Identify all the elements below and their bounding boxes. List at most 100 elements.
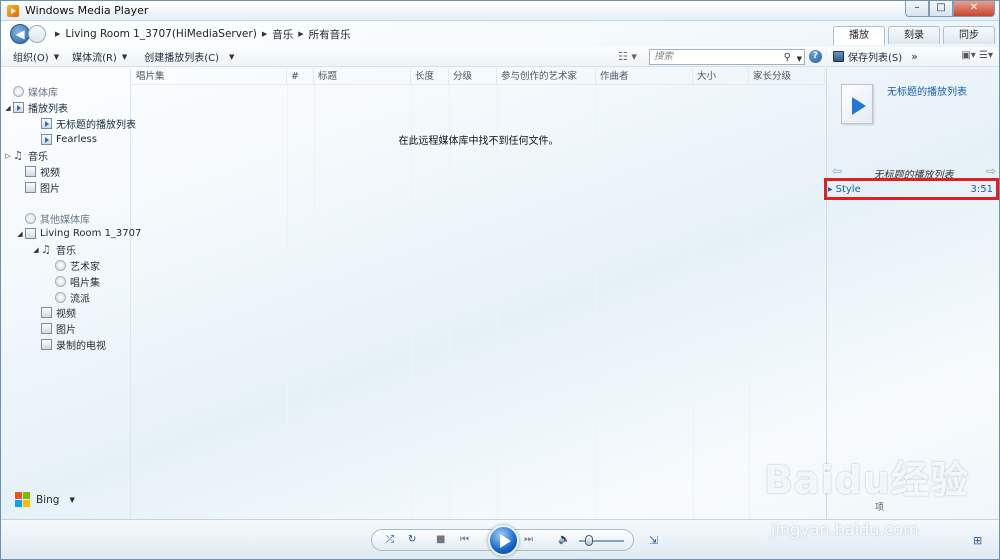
maximize-button[interactable]: □ bbox=[929, 1, 953, 17]
play-button[interactable] bbox=[488, 525, 519, 556]
album-icon bbox=[55, 276, 66, 287]
dropdown-arrow-icon[interactable]: ▼ bbox=[229, 53, 234, 61]
window-title: Windows Media Player bbox=[25, 4, 149, 17]
stop-icon[interactable]: ■ bbox=[436, 534, 445, 545]
volume-slider-handle[interactable] bbox=[585, 535, 593, 546]
mode-tabs: 播放 刻录 同步 bbox=[830, 26, 995, 45]
column-title[interactable]: 标题 bbox=[314, 68, 411, 85]
dropdown-arrow-icon[interactable]: ▼ bbox=[54, 53, 59, 61]
back-button[interactable]: ◀ bbox=[10, 24, 30, 44]
address-bar: ◀ ▶ Living Room 1_3707(HiMediaServer) ▶ … bbox=[1, 23, 825, 45]
column-size[interactable]: 大小 bbox=[693, 68, 749, 85]
dropdown-arrow-icon[interactable]: ▼ bbox=[69, 496, 74, 504]
column-track-number[interactable]: # bbox=[287, 68, 314, 85]
close-button[interactable]: ✕ bbox=[953, 1, 995, 17]
expand-arrow-icon[interactable]: ◢ bbox=[15, 230, 25, 238]
arrow-right-icon[interactable]: ⇨ bbox=[986, 164, 996, 178]
sidebar-item-playlist-untitled[interactable]: 无标题的播放列表 bbox=[41, 116, 136, 131]
column-contributing-artist[interactable]: 参与创作的艺术家 bbox=[497, 68, 596, 85]
breadcrumb-server[interactable]: Living Room 1_3707(HiMediaServer) bbox=[65, 28, 256, 40]
create-playlist-menu[interactable]: 创建播放列表(C) bbox=[144, 49, 219, 64]
forward-button[interactable] bbox=[28, 25, 46, 43]
previous-icon[interactable]: ⏮ bbox=[460, 534, 469, 545]
dropdown-arrow-icon[interactable]: ▼ bbox=[122, 53, 127, 61]
navigation-pane: 媒体库 ◢ 播放列表 无标题的播放列表 Fearless ▷ ♫ 音乐 视频 图片 其… bbox=[1, 68, 141, 518]
sidebar-item-artists[interactable]: 艺术家 bbox=[55, 258, 100, 273]
sidebar-item-music[interactable]: ▷ ♫ 音乐 bbox=[5, 148, 48, 163]
track-duration: 3:51 bbox=[970, 184, 993, 195]
bing-search-button[interactable]: Bing ▼ bbox=[15, 492, 75, 508]
search-icon[interactable]: ⚲ bbox=[784, 51, 791, 65]
sidebar-item-albums[interactable]: 唱片集 bbox=[55, 274, 100, 289]
more-button[interactable]: » bbox=[911, 50, 918, 63]
window-controls: – □ ✕ bbox=[905, 1, 995, 17]
stream-menu[interactable]: 媒体流(R) bbox=[72, 49, 117, 64]
sidebar-item-remote-video[interactable]: 视频 bbox=[41, 305, 76, 320]
tab-play[interactable]: 播放 bbox=[833, 26, 885, 45]
chevron-right-icon: ▶ bbox=[298, 30, 304, 38]
dropdown-arrow-icon[interactable]: ▼ bbox=[797, 52, 802, 66]
column-parental-rating[interactable]: 家长分级 bbox=[749, 68, 825, 85]
minimize-button[interactable]: – bbox=[905, 1, 929, 17]
list-item[interactable]: ▶ Style 3:51 bbox=[824, 178, 999, 200]
media-server-icon bbox=[25, 228, 36, 239]
column-divider bbox=[287, 85, 288, 518]
save-list-button[interactable]: 保存列表(S) bbox=[848, 49, 902, 64]
column-divider bbox=[497, 85, 498, 518]
video-icon bbox=[25, 166, 36, 177]
column-divider bbox=[449, 85, 450, 518]
sidebar-item-remote-music[interactable]: ◢ ♫ 音乐 bbox=[33, 242, 76, 257]
column-divider bbox=[411, 85, 412, 518]
search-input[interactable]: 搜索 ⚲ ▼ bbox=[649, 49, 805, 65]
sidebar-item-playlists[interactable]: ◢ 播放列表 bbox=[5, 100, 68, 115]
sidebar-item-recorded-tv[interactable]: 录制的电视 bbox=[41, 337, 106, 352]
tab-sync[interactable]: 同步 bbox=[943, 26, 995, 44]
save-icon[interactable] bbox=[833, 51, 844, 62]
playlist-title[interactable]: 无标题的播放列表 bbox=[887, 83, 967, 98]
other-libraries-icon bbox=[25, 213, 36, 224]
collapse-arrow-icon[interactable]: ▷ bbox=[3, 152, 13, 160]
column-length[interactable]: 长度 bbox=[411, 68, 449, 85]
organize-menu[interactable]: 组织(O) bbox=[13, 49, 49, 64]
chevron-right-icon: ▶ bbox=[261, 30, 268, 38]
sidebar-item-video[interactable]: 视频 bbox=[25, 164, 60, 179]
sidebar-item-remote-pictures[interactable]: 图片 bbox=[41, 321, 76, 336]
sidebar-item-other-libraries[interactable]: 其他媒体库 bbox=[25, 211, 90, 226]
sidebar-item-remote-library[interactable]: ◢ Living Room 1_3707 bbox=[17, 226, 141, 241]
breadcrumb-view[interactable]: 所有音乐 bbox=[309, 27, 351, 42]
view-options-icon[interactable]: ☷ ▾ bbox=[618, 50, 637, 63]
expand-arrow-icon[interactable]: ◢ bbox=[31, 246, 41, 254]
windows-logo-icon bbox=[15, 492, 31, 508]
picture-icon bbox=[25, 182, 36, 193]
sidebar-item-library[interactable]: 媒体库 bbox=[13, 84, 58, 99]
expand-arrow-icon[interactable]: ◢ bbox=[3, 104, 13, 112]
baidu-watermark-url: jingyan.baidu.com bbox=[771, 520, 919, 539]
column-composer[interactable]: 作曲者 bbox=[596, 68, 693, 85]
sidebar-item-playlist-fearless[interactable]: Fearless bbox=[41, 132, 97, 147]
grid-icon[interactable]: ⊞ bbox=[973, 534, 982, 547]
list-options-icon[interactable]: ▣▾ ☰▾ bbox=[961, 50, 993, 61]
chevron-right-icon: ▶ bbox=[55, 30, 61, 38]
library-toolbar: 组织(O) ▼ 媒体流(R) ▼ 创建播放列表(C) ▼ ☷ ▾ 搜索 ⚲ ▼ ? bbox=[1, 47, 825, 67]
bing-label: Bing bbox=[36, 494, 60, 506]
next-icon[interactable]: ⏭ bbox=[524, 534, 533, 545]
help-icon[interactable]: ? bbox=[809, 50, 822, 63]
switch-to-now-playing-icon[interactable]: ⇲ bbox=[649, 534, 658, 547]
breadcrumb-category[interactable]: 音乐 bbox=[272, 27, 293, 42]
baidu-watermark: Baidu经验 bbox=[764, 458, 969, 502]
column-album[interactable]: 唱片集 bbox=[132, 68, 287, 85]
column-divider bbox=[693, 85, 694, 518]
video-icon bbox=[41, 307, 52, 318]
sidebar-item-genres[interactable]: 流派 bbox=[55, 290, 90, 305]
shuffle-icon[interactable]: ⤮ bbox=[386, 534, 394, 545]
list-pane-toolbar: 保存列表(S) » ▣▾ ☰▾ bbox=[827, 47, 999, 67]
empty-library-message: 在此远程媒体库中找不到任何文件。 bbox=[398, 136, 559, 147]
tab-burn[interactable]: 刻录 bbox=[888, 26, 940, 44]
repeat-icon[interactable]: ↻ bbox=[408, 534, 416, 545]
sidebar-item-pictures[interactable]: 图片 bbox=[25, 180, 60, 195]
column-header: 唱片集 # 标题 长度 分级 参与创作的艺术家 作曲者 大小 家长分级 bbox=[132, 68, 825, 85]
play-triangle-icon bbox=[852, 97, 866, 115]
column-rating[interactable]: 分级 bbox=[449, 68, 497, 85]
wmp-window: Windows Media Player – □ ✕ ◀ ▶ Living Ro… bbox=[0, 0, 1000, 560]
volume-icon[interactable]: 🔈 bbox=[558, 534, 570, 545]
